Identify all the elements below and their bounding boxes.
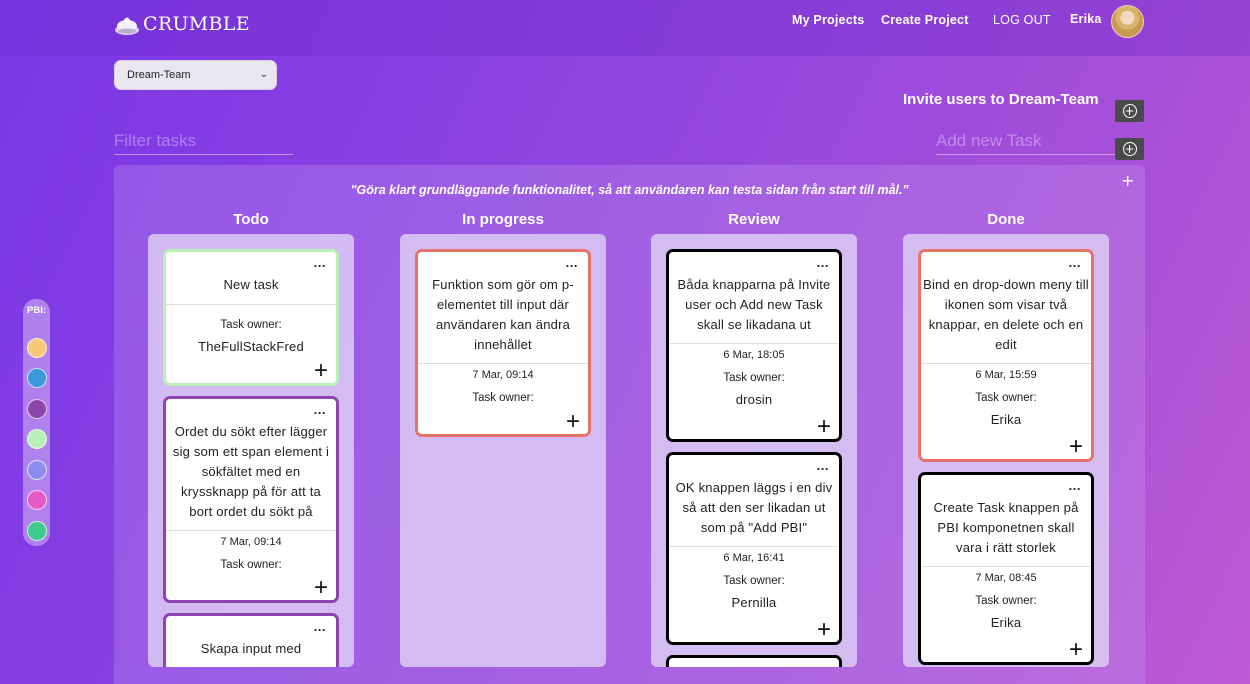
column-title-review: Review [728,211,780,228]
plus-icon[interactable]: + [817,415,831,439]
pbi-color-dot[interactable] [27,338,47,358]
task-owner-label: Task owner: [723,372,785,384]
task-card[interactable]: ... Ordet du sökt efter lägger sig som e… [163,396,339,603]
task-owner: TheFullStackFred [198,339,304,354]
pbi-color-dot[interactable] [27,460,47,480]
divider [669,546,839,547]
task-owner-label: Task owner: [975,392,1037,404]
chevron-down-icon: ⌄ [259,69,268,80]
nav-create-project[interactable]: Create Project [881,13,969,27]
nav-my-projects[interactable]: My Projects [792,13,864,27]
task-title: Skapa input med [200,641,302,656]
more-options-icon[interactable]: ... [566,255,578,270]
sprint-goal: "Göra klart grundläggande funktionalitet… [350,183,909,197]
task-card[interactable]: ... Skapa input med [163,613,339,667]
task-owner-label: Task owner: [472,392,534,404]
team-select[interactable]: Dream-Team ⌄ [114,60,277,90]
more-options-icon[interactable]: ... [817,458,829,473]
divider [418,363,588,364]
invite-users-label: Invite users to Dream-Team [903,91,1099,108]
more-options-icon[interactable]: ... [314,619,326,634]
plus-icon[interactable]: + [566,410,580,434]
task-card[interactable] [666,655,842,667]
task-owner: Erika [990,412,1022,427]
task-date: 6 Mar, 18:05 [723,349,785,361]
task-card[interactable]: ... OK knappen läggs i en div så att den… [666,452,842,645]
plus-icon[interactable]: + [1069,435,1083,459]
plus-icon[interactable]: + [817,618,831,642]
divider [669,343,839,344]
task-date: 6 Mar, 16:41 [723,552,785,564]
task-title: OK knappen läggs i en div så att den ser… [675,480,833,535]
task-date: 6 Mar, 15:59 [975,369,1037,381]
task-card[interactable]: ... Create Task knappen på PBI komponetn… [918,472,1094,665]
more-options-icon[interactable]: ... [1069,255,1081,270]
plus-icon[interactable]: + [314,576,328,600]
divider [166,304,336,305]
pbi-color-dot[interactable] [27,399,47,419]
task-owner: Erika [990,615,1022,630]
column-title-done: Done [987,211,1025,228]
pbi-color-dot[interactable] [27,521,47,541]
task-date: 7 Mar, 09:14 [220,536,282,548]
add-goal-button[interactable]: + [1121,171,1134,190]
add-new-task-button[interactable]: + [1115,138,1144,160]
more-options-icon[interactable]: ... [817,255,829,270]
pbi-color-dot[interactable] [27,490,47,510]
nav-user-name[interactable]: Erika [1070,12,1102,26]
plus-icon[interactable]: + [1069,638,1083,662]
column-in-progress[interactable]: ... Funktion som gör om p-elementet till… [400,234,606,667]
task-title: Funktion som gör om p-elementet till inp… [432,277,574,352]
task-title: Create Task knappen på PBI komponetnen s… [933,500,1079,555]
divider [921,363,1091,364]
task-title: Ordet du sökt efter lägger sig som ett s… [172,424,330,519]
column-review[interactable]: ... Båda knapparna på Invite user och Ad… [651,234,857,667]
task-date: 7 Mar, 08:45 [975,572,1037,584]
filter-tasks-input[interactable] [114,129,293,155]
task-owner-label: Task owner: [220,319,282,331]
task-owner-label: Task owner: [220,559,282,571]
task-board: "Göra klart grundläggande funktionalitet… [114,165,1145,684]
task-owner: drosin [735,392,773,407]
task-owner-label: Task owner: [975,595,1037,607]
task-card[interactable]: ... New task Task owner: TheFullStackFre… [163,249,339,386]
team-select-value: Dream-Team [127,69,191,81]
plus-icon[interactable]: + [314,359,328,383]
task-date: 7 Mar, 09:14 [472,369,534,381]
task-title: Bind en drop-down meny till ikonen som v… [923,277,1089,352]
task-title: New task [223,277,279,292]
pbi-color-dot[interactable] [27,429,47,449]
pbi-color-dot[interactable] [27,368,47,388]
more-options-icon[interactable]: ... [314,402,326,417]
divider [921,566,1091,567]
more-options-icon[interactable]: ... [314,255,326,270]
pbi-sidebar: PBI: [23,299,50,546]
divider [166,530,336,531]
pbi-label: PBI: [27,305,46,316]
plus-circle-icon: + [1122,142,1137,156]
plus-circle-icon: + [1122,104,1137,118]
task-title: Båda knapparna på Invite user och Add ne… [677,277,831,332]
task-card[interactable]: ... Bind en drop-down meny till ikonen s… [918,249,1094,462]
invite-users-button[interactable]: + [1115,100,1144,122]
task-owner-label: Task owner: [723,575,785,587]
column-todo[interactable]: ... New task Task owner: TheFullStackFre… [148,234,354,667]
avatar[interactable] [1111,5,1144,38]
column-title-todo: Todo [233,211,269,228]
column-title-in-progress: In progress [462,211,544,228]
logo[interactable]: CRUMBLE [114,12,250,36]
task-card[interactable]: ... Funktion som gör om p-elementet till… [415,249,591,437]
column-done[interactable]: ... Bind en drop-down meny till ikonen s… [903,234,1109,667]
more-options-icon[interactable]: ... [1069,478,1081,493]
top-navbar: CRUMBLE My Projects Create Project LOG O… [0,0,1250,56]
logo-text: CRUMBLE [143,13,250,35]
cupcake-icon [115,17,139,35]
add-new-task-input[interactable] [936,129,1115,155]
task-owner: Pernilla [731,595,777,610]
task-card[interactable]: ... Båda knapparna på Invite user och Ad… [666,249,842,442]
nav-logout[interactable]: LOG OUT [993,13,1051,27]
